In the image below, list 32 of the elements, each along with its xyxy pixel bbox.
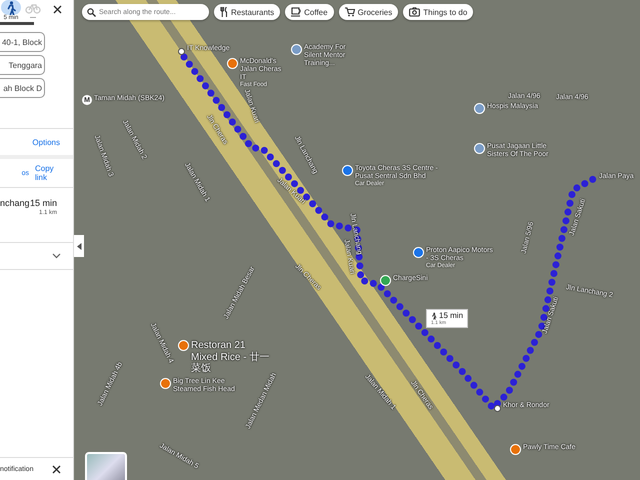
location-field[interactable]: 40-1, Block	[0, 32, 45, 52]
collapse-panel-button[interactable]	[74, 235, 84, 257]
walking-person-icon	[5, 0, 17, 14]
search-icon	[87, 8, 96, 17]
close-icon	[52, 4, 62, 14]
bicycle-icon	[25, 2, 41, 14]
callout-time: 15 min	[439, 311, 464, 320]
restaurants-chip[interactable]: Restaurants	[214, 4, 280, 20]
place-dot-icon	[494, 405, 501, 412]
place-dot-icon	[178, 48, 185, 55]
coffee-cup-icon	[291, 7, 302, 17]
walking-person-icon	[431, 312, 437, 320]
shopping-cart-icon	[344, 7, 355, 17]
options-link[interactable]: Options	[32, 138, 60, 146]
walking-mode-button[interactable]	[1, 0, 21, 15]
camera-icon	[409, 7, 420, 17]
coffee-chip[interactable]: Coffee	[285, 4, 334, 20]
groceries-chip[interactable]: Groceries	[338, 4, 398, 20]
chevron-down-icon[interactable]	[52, 253, 61, 259]
layers-thumbnail[interactable]	[85, 452, 127, 480]
caret-left-icon	[76, 242, 82, 250]
location-field[interactable]: ah Block D	[0, 78, 45, 98]
close-button[interactable]	[51, 3, 63, 15]
place-label[interactable]: Restoran 21 Mixed Rice - 廿一菜饭	[191, 340, 270, 374]
things-chip[interactable]: Things to do	[403, 4, 474, 20]
route-via: nchang	[0, 198, 30, 208]
location-field[interactable]: Tenggara	[0, 55, 45, 75]
satellite-map[interactable]	[74, 0, 640, 480]
fork-knife-icon	[220, 7, 228, 17]
copy-link[interactable]: Copy link	[35, 164, 55, 182]
route-time: 15 min	[30, 198, 57, 208]
close-icon[interactable]	[52, 464, 61, 474]
